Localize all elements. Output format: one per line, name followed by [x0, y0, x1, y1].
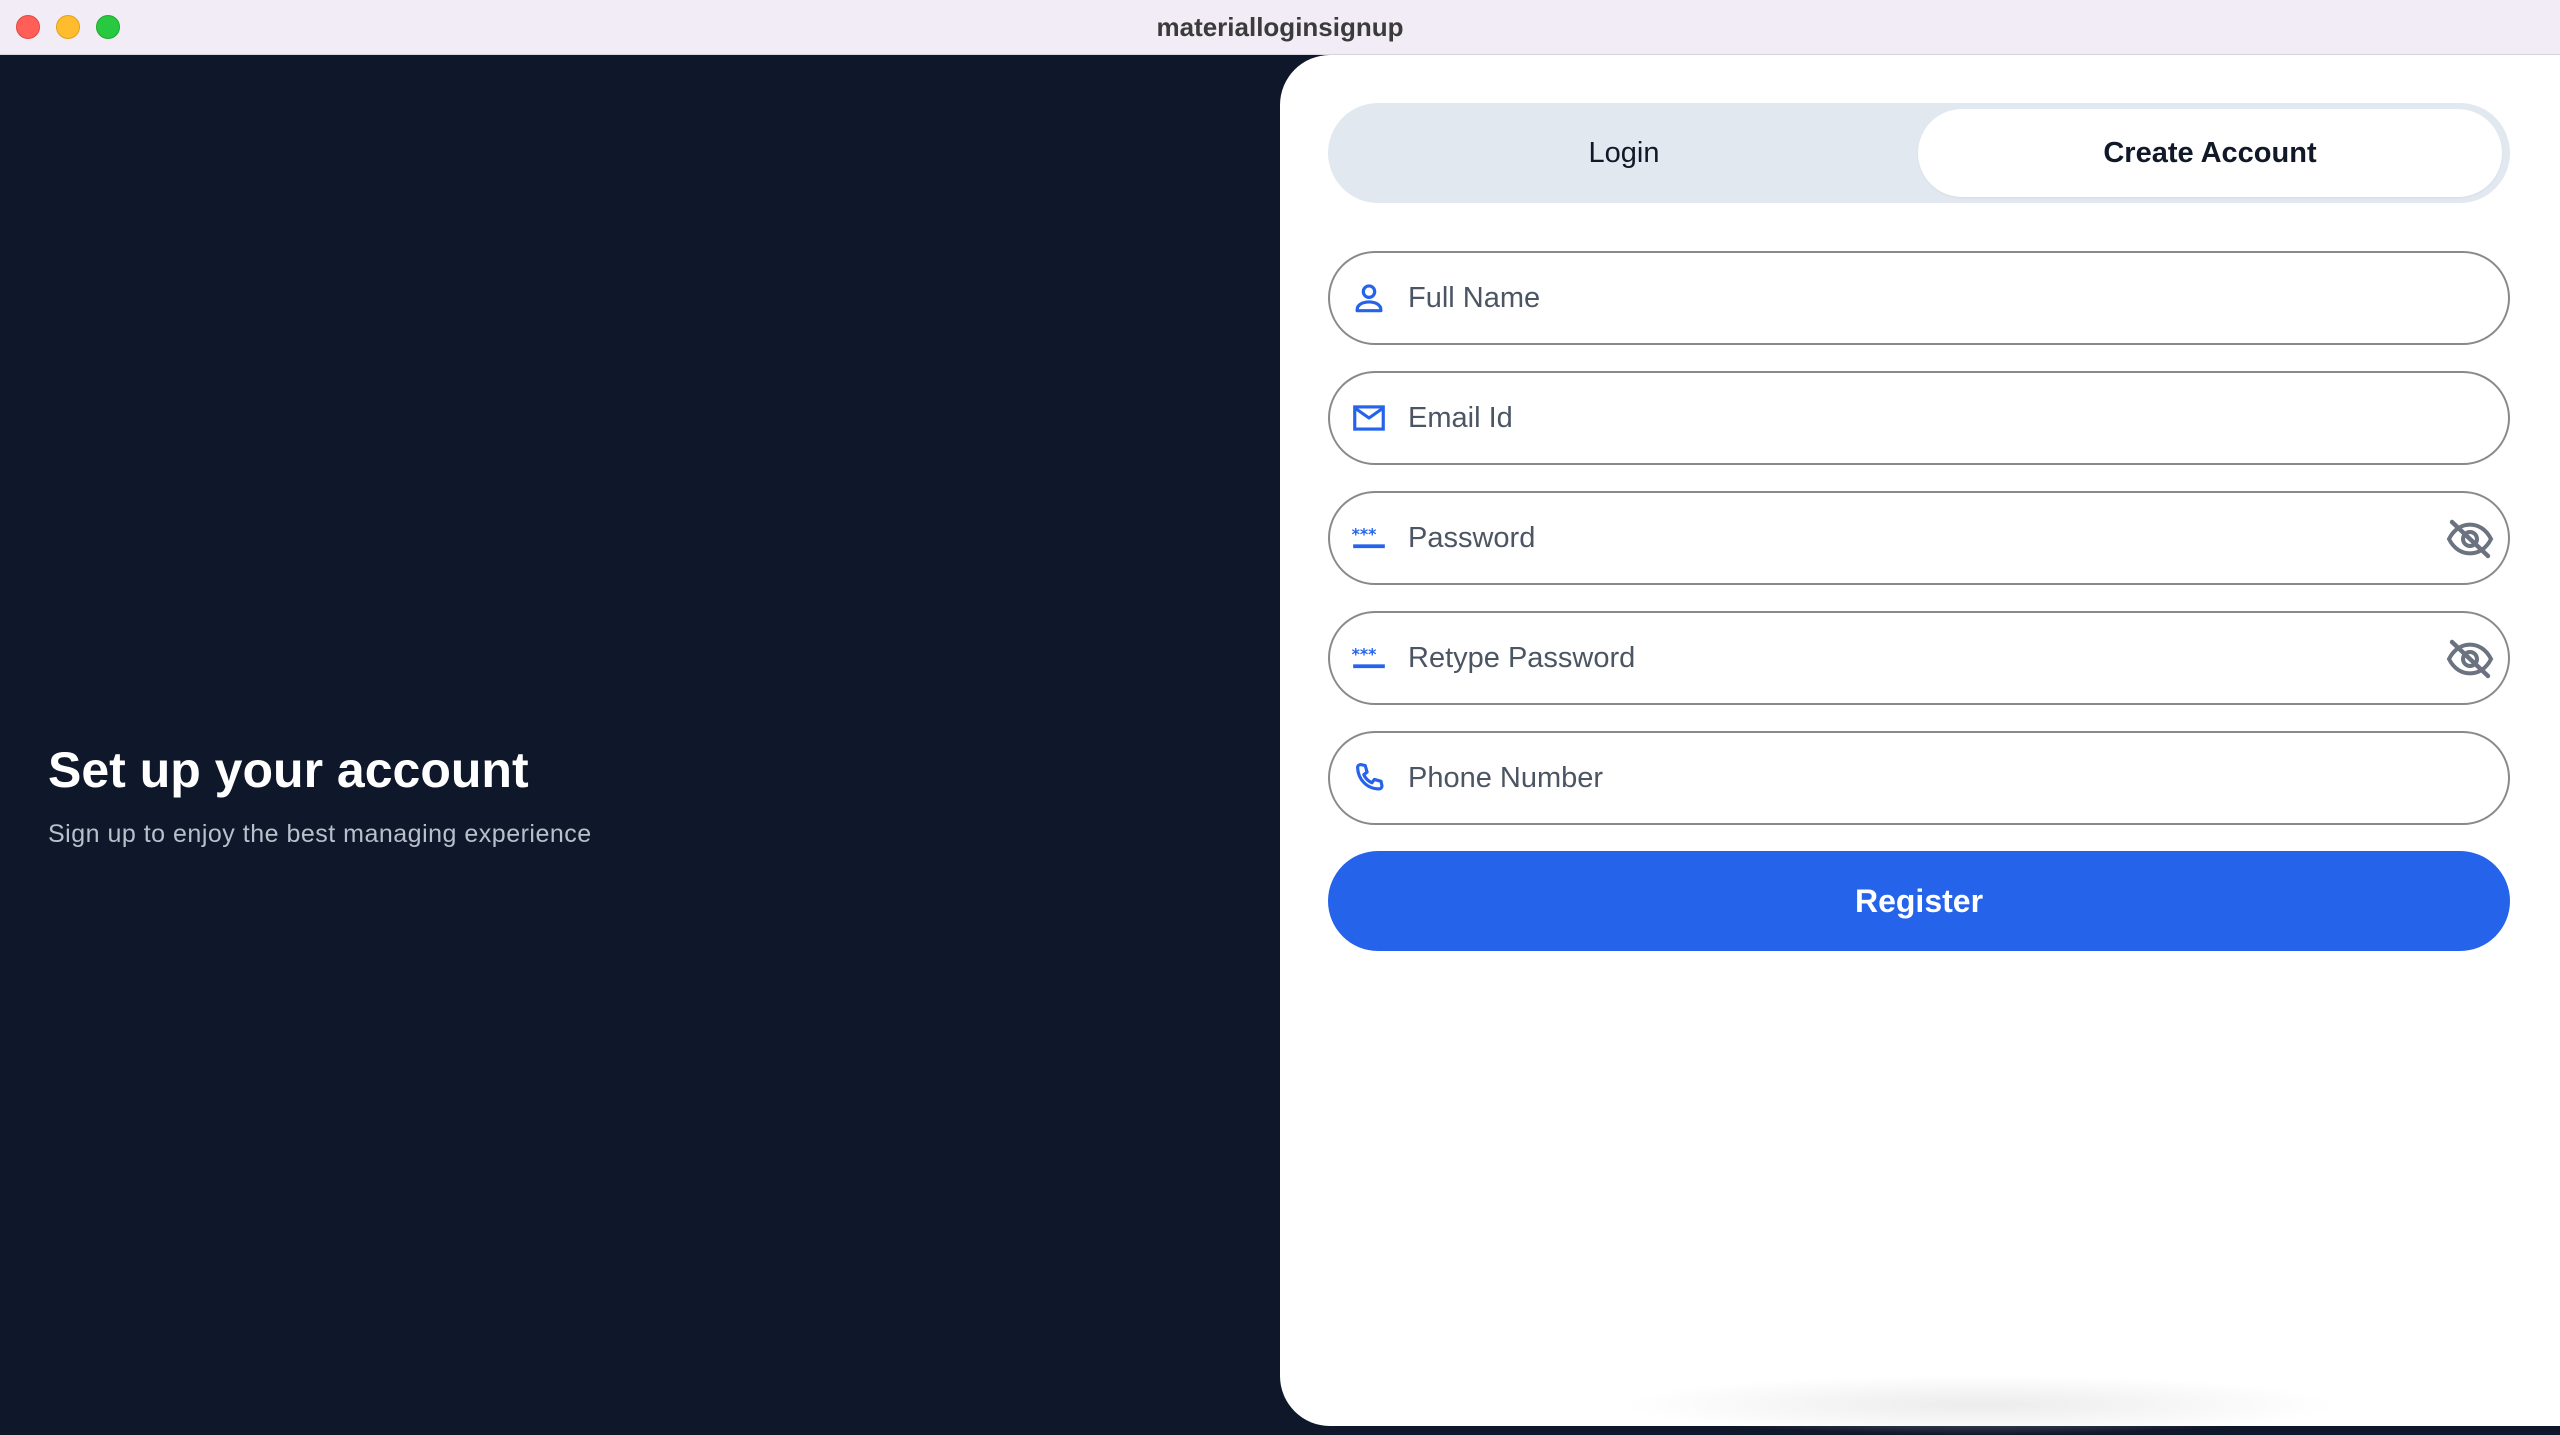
auth-tabs: Login Create Account [1328, 103, 2510, 203]
password-dots-icon: *** [1352, 525, 1385, 549]
full-name-input[interactable] [1408, 253, 2408, 343]
retype-password-input[interactable] [1408, 613, 2408, 703]
full-name-field[interactable] [1328, 251, 2510, 345]
title-bar: materialloginsignup [0, 0, 2560, 55]
person-icon [1355, 284, 1383, 313]
window-title: materialloginsignup [1156, 12, 1404, 42]
email-input[interactable] [1408, 373, 2408, 463]
eye-off-icon[interactable] [2446, 639, 2494, 679]
phone-icon [1356, 762, 1384, 791]
svg-text:***: *** [1352, 525, 1377, 544]
password-input[interactable] [1408, 493, 2408, 583]
phone-input[interactable] [1408, 733, 2408, 823]
form-panel: Login Create Account *** *** [1280, 55, 2560, 1435]
password-field[interactable]: *** [1328, 491, 2510, 585]
hero-title: Set up your account [48, 742, 529, 798]
tab-login[interactable]: Login [1334, 109, 1914, 197]
eye-off-icon[interactable] [2446, 519, 2494, 559]
hero-panel: Set up your account Sign up to enjoy the… [0, 55, 1290, 1426]
tab-create-account[interactable]: Create Account [1918, 109, 2502, 197]
retype-password-field[interactable]: *** [1328, 611, 2510, 705]
svg-text:***: *** [1352, 645, 1377, 664]
mail-icon [1353, 405, 1385, 431]
email-field[interactable] [1328, 371, 2510, 465]
bottom-shadow [1620, 1375, 2340, 1435]
phone-field[interactable] [1328, 731, 2510, 825]
password-dots-icon: *** [1352, 645, 1385, 669]
register-button[interactable]: Register [1328, 851, 2510, 951]
hero-subtitle: Sign up to enjoy the best managing exper… [48, 820, 592, 848]
